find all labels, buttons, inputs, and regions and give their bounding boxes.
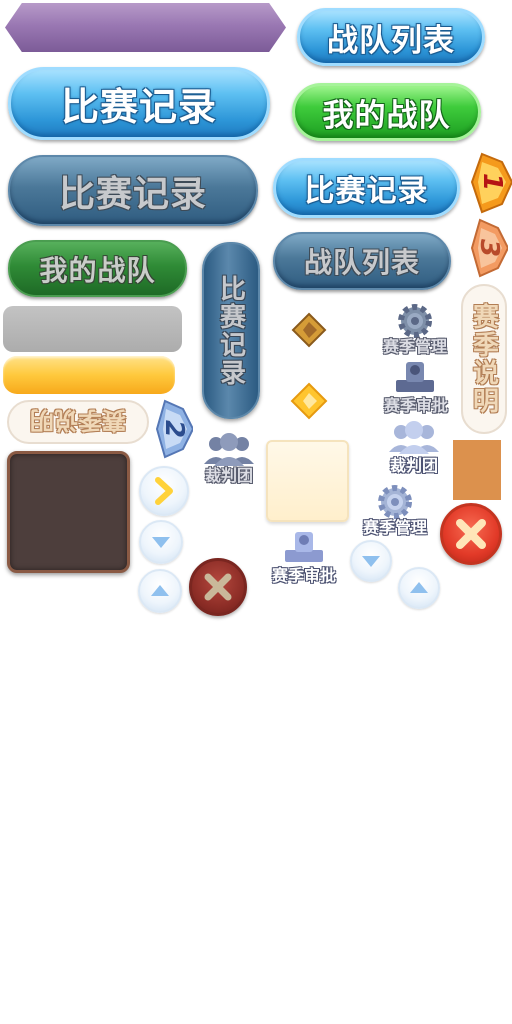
season-desc-button-vertical[interactable]: 赛季说明 xyxy=(461,284,507,434)
dropdown-button-a[interactable] xyxy=(139,520,183,564)
match-record-button-dark[interactable]: 比赛记录 xyxy=(8,155,258,226)
season-approve-label-a: 赛季审批 xyxy=(383,396,448,415)
close-button-dark[interactable] xyxy=(189,558,247,616)
triangle-up-icon xyxy=(151,585,169,596)
rank-badge-1-number: 1 xyxy=(477,172,507,192)
diamond-arrow-icon-gold xyxy=(290,382,328,420)
purple-hex-bar xyxy=(5,3,286,52)
season-manage-icon-a[interactable]: 赛季管理 xyxy=(377,303,453,356)
match-record-button-medium[interactable]: 比赛记录 xyxy=(273,158,460,218)
season-manage-icon-b[interactable]: 赛季管理 xyxy=(354,484,436,537)
match-record-button-vertical-label: 比赛记录 xyxy=(215,274,246,387)
people-group-icon xyxy=(204,433,254,466)
team-list-button-label: 战队列表 xyxy=(327,22,455,59)
cream-panel xyxy=(266,440,349,522)
my-team-button-label: 我的战队 xyxy=(322,97,451,134)
referee-label-b: 裁判团 xyxy=(389,456,438,475)
team-list-button-dark[interactable]: 战队列表 xyxy=(273,232,451,290)
next-button[interactable] xyxy=(139,466,189,516)
match-record-button-medium-label: 比赛记录 xyxy=(304,174,429,209)
yellow-bar xyxy=(3,356,175,394)
close-icon xyxy=(204,573,232,601)
close-icon xyxy=(456,519,486,549)
season-manage-label-a: 赛季管理 xyxy=(382,337,447,356)
season-approve-label-b: 赛季审批 xyxy=(271,566,336,585)
dark-brown-panel xyxy=(7,451,130,573)
dropdown-button-b[interactable] xyxy=(350,540,392,582)
diamond-arrow-icon-brown xyxy=(291,312,327,348)
rank-badge-1: 1 xyxy=(468,152,512,214)
referee-icon-b[interactable]: 裁判团 xyxy=(380,420,448,476)
collapse-button-a[interactable] xyxy=(138,569,182,613)
stamp-icon xyxy=(396,362,434,392)
orange-swatch xyxy=(453,440,501,500)
referee-label-a: 裁判团 xyxy=(204,466,253,485)
match-record-button-large[interactable]: 比赛记录 xyxy=(8,67,270,140)
season-desc-button-mirrored[interactable]: 赛季说明 xyxy=(7,400,149,444)
triangle-up-icon xyxy=(410,582,428,593)
season-approve-icon-b[interactable]: 赛季审批 xyxy=(262,530,346,586)
triangle-down-icon xyxy=(152,537,170,548)
my-team-button-dark-label: 我的战队 xyxy=(39,253,156,287)
rank-badge-3: 3 xyxy=(468,218,510,278)
stamp-icon xyxy=(285,532,323,562)
collapse-button-b[interactable] xyxy=(398,567,440,609)
team-list-button[interactable]: 战队列表 xyxy=(297,8,485,66)
gray-bar xyxy=(3,306,182,352)
close-button-red[interactable] xyxy=(440,503,502,565)
triangle-down-icon xyxy=(362,556,380,567)
my-team-button-dark[interactable]: 我的战队 xyxy=(8,240,187,297)
rank-badge-2-number: 2 xyxy=(159,419,189,439)
season-desc-button-mirrored-label: 赛季说明 xyxy=(30,405,126,434)
season-manage-label-b: 赛季管理 xyxy=(362,518,427,537)
my-team-button[interactable]: 我的战队 xyxy=(292,83,481,141)
match-record-button-vertical[interactable]: 比赛记录 xyxy=(202,242,260,419)
people-group-icon xyxy=(389,421,439,454)
rank-badge-2: 2 xyxy=(153,399,195,459)
team-list-button-dark-label: 战队列表 xyxy=(303,246,420,279)
referee-icon-a[interactable]: 裁判团 xyxy=(196,432,262,486)
match-record-button-large-label: 比赛记录 xyxy=(60,85,217,129)
season-desc-button-vertical-label: 赛季说明 xyxy=(468,303,499,415)
rank-badge-3-number: 3 xyxy=(474,238,504,258)
match-record-button-dark-label: 比赛记录 xyxy=(58,173,207,215)
chevron-right-icon xyxy=(155,477,173,505)
season-approve-icon-a[interactable]: 赛季审批 xyxy=(376,360,456,416)
